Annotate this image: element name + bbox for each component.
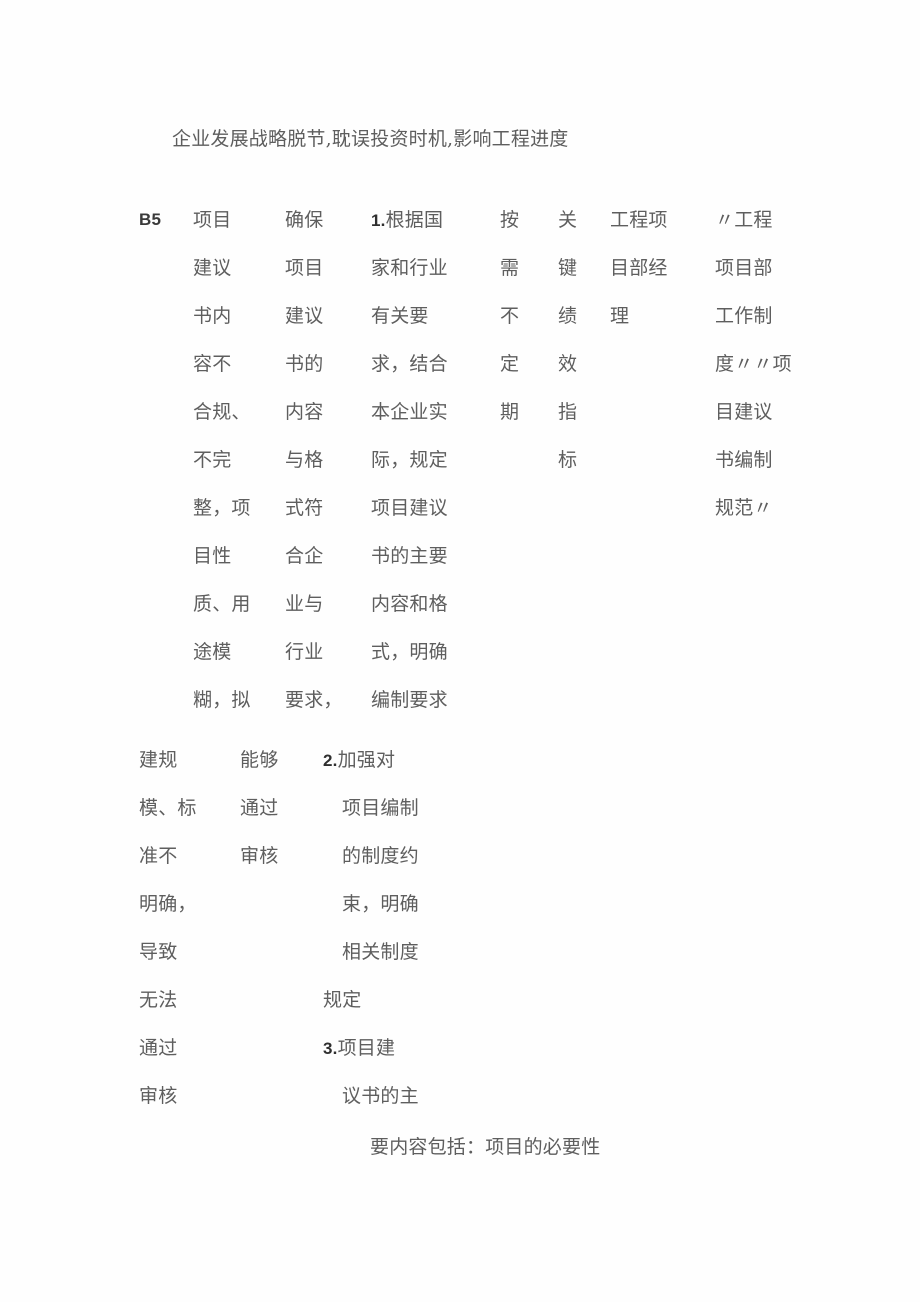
cell-line: 定 <box>500 353 520 375</box>
cell-line: 审核 <box>240 845 279 867</box>
cell-line: 工程项 <box>610 209 668 231</box>
cell-line: 关 <box>558 209 578 231</box>
item-text: 加强对 <box>337 749 396 771</box>
cell-line: 与格 <box>285 449 324 471</box>
table-cell-responsible-party: 工程项 目部经 理 <box>610 196 700 340</box>
cell-line: 键 <box>558 257 578 279</box>
cell-line: 通过 <box>240 797 279 819</box>
cell-line: 书的 <box>285 353 324 375</box>
lead-paragraph-line: 企业发展战略脱节,耽误投资时机,影响工程进度 <box>172 128 569 150</box>
cell-line: 度〃〃项 <box>715 353 792 375</box>
cell-line: 书的主要 <box>371 545 448 567</box>
cell-line-numbered: 1.根据国 <box>371 196 479 244</box>
cell-line: 的制度约 <box>342 845 419 867</box>
cell-line: 通过 <box>139 1037 178 1059</box>
cell-line: 行业 <box>285 641 324 663</box>
cell-line: 式，明确 <box>371 641 448 663</box>
cell-line: 有关要 <box>371 305 429 327</box>
cell-line: 项目编制 <box>342 797 419 819</box>
cell-line: 质、用 <box>193 593 251 615</box>
cell-line: 本企业实 <box>371 401 448 423</box>
cell-line: 目部经 <box>610 257 668 279</box>
table-cell-control-measures: 1.根据国 家和行业 有关要 求，结合 本企业实 际，规定 项目建议 书的主要 … <box>371 196 479 724</box>
cell-line: 合企 <box>285 545 324 567</box>
cell-line: 项目部 <box>715 257 773 279</box>
cell-line: 目性 <box>193 545 232 567</box>
cell-line: 规定 <box>323 989 362 1011</box>
cell-line: 式符 <box>285 497 324 519</box>
table-cell-frequency: 按 需 不 定 期 <box>500 196 534 436</box>
cell-line: 要求， <box>285 689 343 711</box>
cell-line: 建议 <box>285 305 324 327</box>
cell-line: 需 <box>500 257 520 279</box>
table-cell-risk-description: 项目 建议 书内 容不 合规、 不完 整，项 目性 质、用 途模 糊，拟 <box>193 196 283 724</box>
table-cell-related-documents: 〃工程 项目部 工作制 度〃〃项 目建议 书编制 规范〃 <box>715 196 807 532</box>
cell-line: 标 <box>558 449 578 471</box>
item-text: 项目建 <box>337 1037 396 1059</box>
cell-line: 指 <box>558 401 578 423</box>
cell-line: 内容和格 <box>371 593 448 615</box>
cell-line: 整，项 <box>193 497 251 519</box>
cell-line: 明确， <box>139 893 197 915</box>
cell-line: 不完 <box>193 449 232 471</box>
cell-line: 确保 <box>285 209 324 231</box>
document-page: 企业发展战略脱节,耽误投资时机,影响工程进度 B5 项目 建议 书内 容不 合规… <box>0 0 920 1302</box>
cell-line: 工作制 <box>715 305 773 327</box>
table-cell-kpi: 关 键 绩 效 指 标 <box>558 196 592 484</box>
cell-line: 家和行业 <box>371 257 448 279</box>
item-number: 3. <box>323 1039 338 1058</box>
cell-line: 理 <box>610 305 630 327</box>
cell-line: 建议 <box>193 257 232 279</box>
cell-line: 模、标 <box>139 797 197 819</box>
cell-line: 项目 <box>285 257 324 279</box>
cell-line: 无法 <box>139 989 178 1011</box>
cell-line: 目建议 <box>715 401 773 423</box>
item-text: 根据国 <box>385 209 444 231</box>
table-lower-block: 建规 模、标 准不 明确， 导致 无法 通过 审核 能够 通过 审核 2.加强对… <box>0 736 920 1116</box>
cell-line: 准不 <box>139 845 178 867</box>
table-cell-control-measures-cont: 2.加强对 项目编制 的制度约 束，明确 相关制度 规定 3.项目建 议书的主 <box>323 736 433 1120</box>
cell-line-numbered: 3.项目建 <box>323 1024 433 1072</box>
table-upper-block: B5 项目 建议 书内 容不 合规、 不完 整，项 目性 质、用 途模 糊，拟 … <box>0 196 920 716</box>
table-cell-control-objective: 确保 项目 建议 书的 内容 与格 式符 合企 业与 行业 要求， <box>285 196 375 724</box>
cell-line: 项目建议 <box>371 497 448 519</box>
cell-line: 期 <box>500 401 520 423</box>
cell-line: 业与 <box>285 593 324 615</box>
cell-line: 项目 <box>193 209 232 231</box>
cell-line: 际，规定 <box>371 449 448 471</box>
cell-line: 相关制度 <box>342 941 419 963</box>
cell-line: 导致 <box>139 941 178 963</box>
cell-line: 不 <box>500 305 520 327</box>
cell-line: 建规 <box>139 749 178 771</box>
cell-line: 规范〃 <box>715 497 773 519</box>
cell-line-numbered: 2.加强对 <box>323 736 433 784</box>
cell-line: 议书的主 <box>342 1085 419 1107</box>
cell-line: 书编制 <box>715 449 773 471</box>
cell-line: 糊，拟 <box>193 689 251 711</box>
cell-line: 按 <box>500 209 520 231</box>
tail-paragraph-line: 要内容包括：项目的必要性 <box>370 1136 601 1158</box>
cell-line: 内容 <box>285 401 324 423</box>
cell-line: 编制要求 <box>371 689 448 711</box>
table-cell-risk-description-cont: 建规 模、标 准不 明确， 导致 无法 通过 审核 <box>139 736 231 1120</box>
cell-line: 途模 <box>193 641 232 663</box>
cell-line: 审核 <box>139 1085 178 1107</box>
cell-line: 合规、 <box>193 401 251 423</box>
cell-line: 束，明确 <box>342 893 419 915</box>
table-cell-control-objective-cont: 能够 通过 审核 <box>240 736 310 880</box>
item-number: 2. <box>323 751 338 770</box>
cell-line: 求，结合 <box>371 353 448 375</box>
cell-line: 绩 <box>558 305 578 327</box>
cell-line: 能够 <box>240 749 279 771</box>
item-number: 1. <box>371 211 386 230</box>
row-id-label: B5 <box>139 210 162 229</box>
cell-line: 容不 <box>193 353 232 375</box>
table-row-id-column: B5 <box>139 196 187 244</box>
cell-line: 〃工程 <box>715 209 773 231</box>
cell-line: 效 <box>558 353 578 375</box>
cell-line: 书内 <box>193 305 232 327</box>
